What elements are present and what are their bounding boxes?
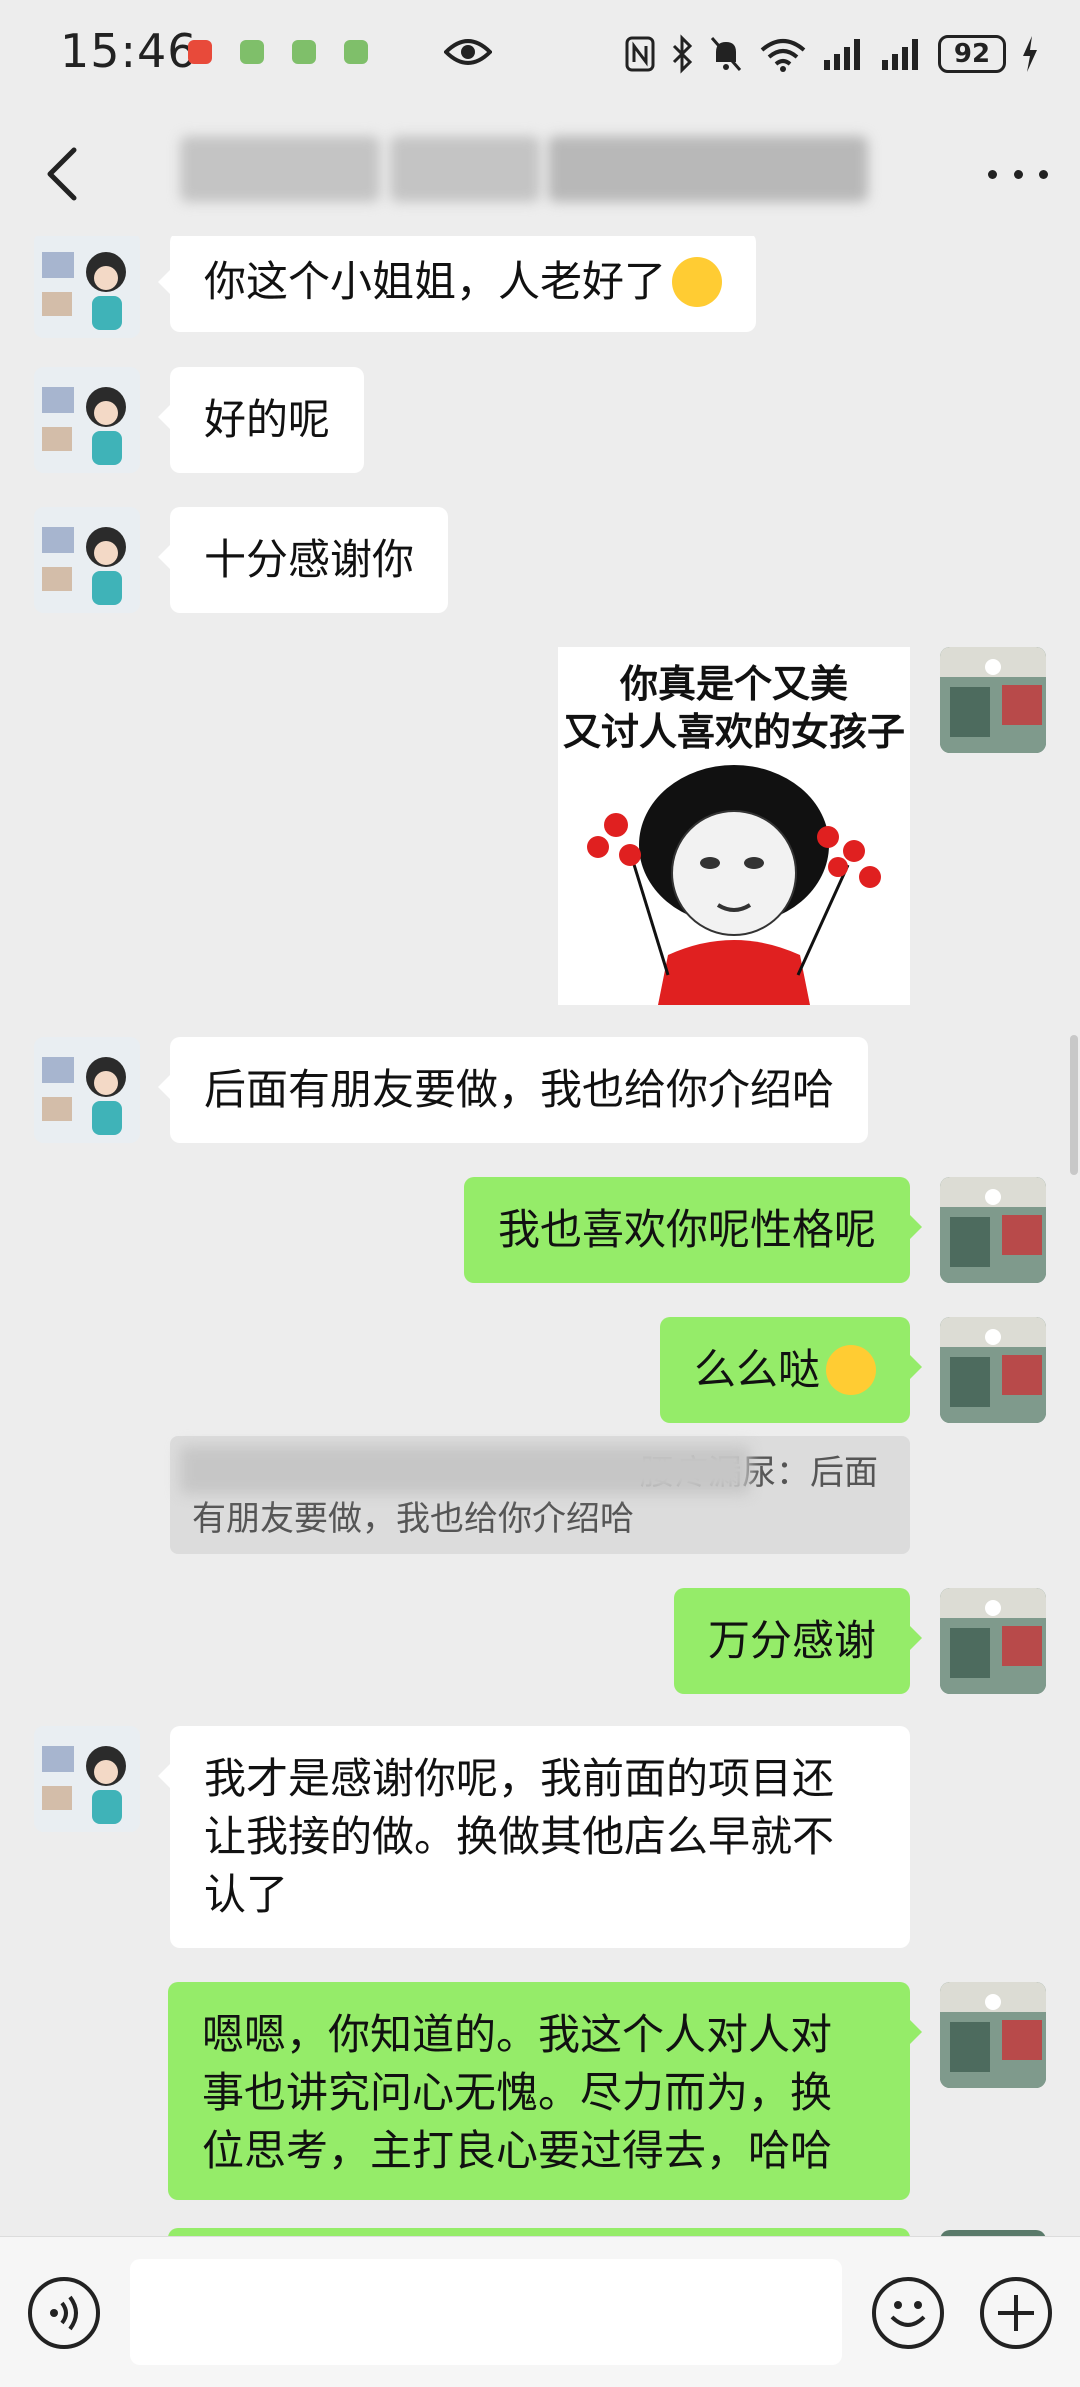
message-text: 后面有朋友要做，我也给你介绍哈 (204, 1065, 835, 1114)
smiley-icon[interactable] (872, 2277, 944, 2349)
message-bubble[interactable]: 我也喜欢你呢性格呢 (463, 1177, 923, 1283)
self-avatar[interactable] (940, 1177, 1046, 1283)
sticker-image[interactable]: 你真是个又美 又讨人喜欢的女孩子 (558, 647, 910, 1005)
message-input[interactable] (130, 2259, 842, 2365)
quote-line2: 有朋友要做，我也给你介绍哈 (192, 1499, 634, 1539)
message-text: 我才是感谢你呢，我前面的项目还 让我接的做。换做其他店么早就不 认了 (204, 1754, 835, 1919)
chevron-left-icon[interactable] (40, 144, 90, 204)
scrollbar[interactable] (1070, 1035, 1078, 1175)
mute-bell-icon (710, 37, 742, 71)
sticker-caption-line2: 又讨人喜欢的女孩子 (562, 710, 905, 754)
message-list[interactable]: 你这个小姐姐，人老好了 好的呢 十分感谢你 你真是个又美 又讨人喜欢的女孩子 后… (0, 236, 1080, 2236)
notification-wechat-icon (292, 40, 316, 64)
bluetooth-icon (672, 34, 693, 74)
message-bubble[interactable] (168, 2228, 910, 2236)
wifi-icon (760, 39, 806, 72)
battery-indicator: 92 (938, 35, 1006, 73)
message-bubble[interactable]: 嗯嗯，你知道的。我这个人对人对 事也讲究问心无愧。尽力而为，换 位思考，主打良心… (168, 1982, 922, 2200)
more-icon[interactable] (988, 164, 1048, 184)
nfc-icon (625, 36, 655, 72)
eye-icon (444, 39, 492, 65)
peer-avatar[interactable] (34, 367, 140, 473)
message-text: 么么哒 (693, 1345, 820, 1394)
peer-avatar[interactable] (34, 236, 140, 338)
charging-icon (1023, 36, 1037, 72)
meme-face-icon (587, 765, 881, 1005)
battery-level: 92 (953, 39, 991, 69)
message-bubble[interactable]: 十分感谢你 (157, 507, 449, 613)
peer-avatar[interactable] (34, 507, 140, 613)
message-bubble[interactable]: 万分感谢 (673, 1588, 923, 1694)
message-bubble[interactable]: 后面有朋友要做，我也给你介绍哈 (157, 1037, 869, 1143)
message-bubble[interactable]: 我才是感谢你呢，我前面的项目还 让我接的做。换做其他店么早就不 认了 (158, 1726, 910, 1948)
message-text: 十分感谢你 (204, 535, 415, 584)
notification-wechat-icon (240, 40, 264, 64)
peer-avatar[interactable] (34, 1726, 140, 1832)
notification-wechat-icon (344, 40, 368, 64)
peer-avatar[interactable] (34, 1037, 140, 1143)
kiss-emoji-icon (826, 1345, 876, 1395)
status-time: 15:46 (60, 24, 198, 78)
input-bar (0, 2236, 1080, 2387)
message-bubble[interactable]: 么么哒 (659, 1317, 923, 1423)
signal-icon (824, 39, 860, 70)
chat-title-blurred (180, 136, 886, 202)
plus-icon[interactable] (980, 2277, 1052, 2349)
status-bar: 15:46 92 (0, 0, 1080, 104)
message-bubble[interactable]: 好的呢 (157, 367, 365, 473)
notification-app-icon (188, 40, 212, 64)
status-right-icons: 92 (624, 32, 1040, 76)
thinking-emoji-icon (672, 257, 723, 307)
signal-icon (882, 39, 918, 70)
sticker-caption-line1: 你真是个又美 (619, 662, 848, 706)
quote-sender-blurred (180, 1446, 750, 1494)
message-text: 嗯嗯，你知道的。我这个人对人对 事也讲究问心无愧。尽力而为，换 位思考，主打良心… (202, 2010, 833, 2175)
message-text: 我也喜欢你呢性格呢 (497, 1205, 876, 1254)
self-avatar[interactable] (940, 1317, 1046, 1423)
self-avatar[interactable] (940, 647, 1046, 753)
voice-icon[interactable] (28, 2277, 100, 2349)
self-avatar[interactable] (940, 1982, 1046, 2088)
self-avatar[interactable] (940, 1588, 1046, 1694)
message-text: 好的呢 (204, 395, 331, 444)
message-text: 你这个小姐姐，人老好了 (204, 257, 667, 306)
message-text: 万分感谢 (707, 1616, 876, 1665)
message-bubble[interactable]: 你这个小姐姐，人老好了 (157, 236, 757, 332)
